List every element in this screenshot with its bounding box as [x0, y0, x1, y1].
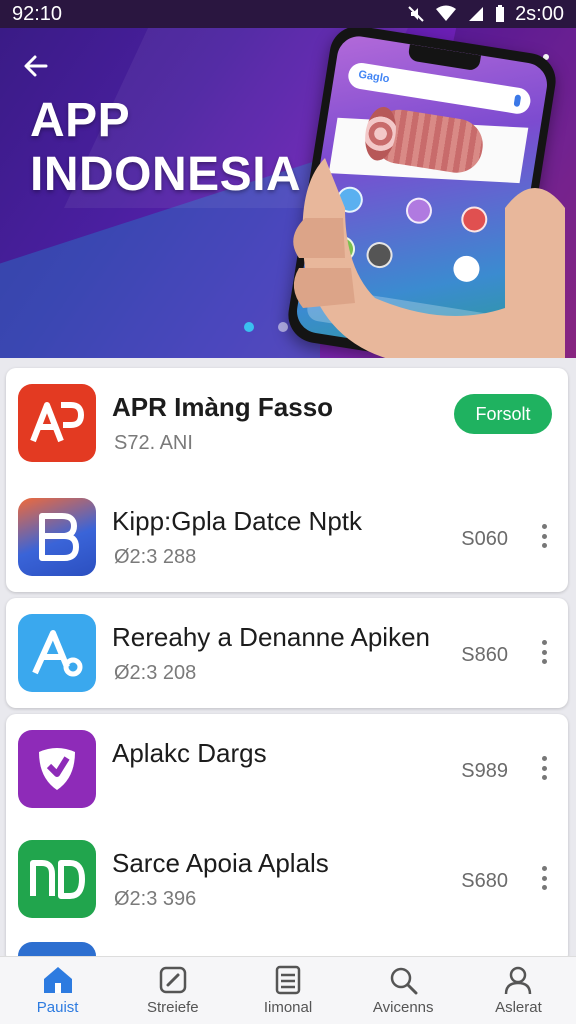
app-subtitle: Ø2:3 396 [114, 888, 197, 910]
hero-banner[interactable]: APP INDONESIA Gaglo [0, 28, 576, 358]
more-vertical-icon[interactable] [534, 750, 554, 786]
nav-label: Iimonal [263, 999, 313, 1016]
nav-item-edit[interactable]: Streiefe [115, 957, 230, 1024]
hero-title-line2: INDONESIA [30, 148, 302, 201]
nav-label: Avicenns [372, 999, 434, 1016]
a-letter-icon [32, 630, 83, 677]
app-card-group-1: APR Imàng Fasso S72. ANI Forsolt Kipp:Gp… [6, 368, 568, 592]
nd-letters-icon [30, 860, 85, 899]
shield-check-icon [39, 748, 75, 790]
home-icon [43, 967, 72, 993]
app-subtitle: Ø2:3 208 [114, 662, 197, 684]
bottom-navigation: Pauist Streiefe Iimonal Avicenns Aslerat [0, 956, 576, 1024]
arrow-left-icon [24, 55, 48, 77]
app-price: S989 [461, 760, 508, 782]
app-title: Rereahy a Denanne Apiken [112, 622, 431, 652]
app-title: Kipp:Gpla Datce Nptk [112, 506, 363, 536]
install-button[interactable]: Forsolt [454, 394, 552, 434]
featured-app-row[interactable]: APR Imàng Fasso S72. ANI Forsolt [6, 368, 568, 482]
hand-illustration [293, 158, 565, 358]
app-price: S860 [461, 644, 508, 666]
app-row[interactable]: Kipp:Gpla Datce Nptk Ø2:3 288 S060 [6, 482, 568, 592]
nav-label: Pauist [36, 999, 79, 1016]
nav-label: Aslerat [495, 999, 542, 1016]
app-row[interactable]: Sarce Apoia Aplals Ø2:3 396 S680 [6, 824, 568, 934]
app-card-group-3: Aplakc Dargs S989 Sarce Apoia Aplals Ø2:… [6, 714, 568, 964]
status-icons: 2s:00 [407, 3, 564, 26]
app-card-group-2: Rereahy a Denanne Apiken Ø2:3 208 S860 [6, 598, 568, 708]
app-subtitle: Ø2:3 288 [114, 546, 197, 568]
app-icon [18, 614, 96, 692]
edit-icon [159, 966, 187, 994]
nav-item-search[interactable]: Avicenns [346, 957, 461, 1024]
app-icon [18, 498, 96, 576]
app-icon [18, 840, 96, 918]
app-price: S060 [461, 528, 508, 550]
featured-app-title: APR Imàng Fasso [112, 392, 334, 422]
status-time: 92:10 [12, 2, 63, 25]
list-icon [275, 965, 301, 995]
user-icon [505, 966, 532, 995]
more-vertical-icon[interactable] [534, 860, 554, 896]
phone-notch [407, 44, 482, 72]
signal-icon [467, 5, 485, 23]
ap-logo-icon [30, 402, 85, 443]
app-row[interactable]: Aplakc Dargs S989 [6, 714, 568, 824]
app-icon [18, 730, 96, 808]
nav-item-home[interactable]: Pauist [0, 957, 115, 1024]
hero-title: APP INDONESIA [30, 94, 301, 202]
mic-icon [513, 94, 522, 108]
hero-title-line1: APP [30, 94, 131, 147]
back-button[interactable] [18, 48, 54, 84]
nav-label: Streiefe [146, 999, 199, 1016]
search-icon [390, 967, 418, 995]
nav-item-list[interactable]: Iimonal [230, 957, 345, 1024]
more-vertical-icon[interactable] [534, 518, 554, 554]
app-price: S680 [461, 870, 508, 892]
b-letter-icon [39, 513, 79, 561]
battery-icon [495, 5, 505, 23]
carousel-indicator[interactable] [244, 322, 288, 332]
phone-search-text: Gaglo [357, 68, 391, 86]
status-bar: 92:10 2s:00 [0, 0, 576, 28]
status-clock: 2s:00 [515, 2, 564, 25]
app-title: Aplakc Dargs [112, 738, 267, 768]
more-vertical-icon[interactable] [534, 634, 554, 670]
app-row[interactable]: Rereahy a Denanne Apiken Ø2:3 208 S860 [6, 598, 568, 708]
phone-search-bar: Gaglo [346, 61, 533, 116]
mute-icon [407, 5, 425, 23]
nav-item-profile[interactable]: Aslerat [461, 957, 576, 1024]
carousel-dot-active[interactable] [244, 322, 254, 332]
wifi-icon [435, 5, 457, 23]
app-icon-ap [18, 384, 96, 462]
app-list: APR Imàng Fasso S72. ANI Forsolt Kipp:Gp… [6, 368, 568, 970]
app-title: Sarce Apoia Aplals [112, 848, 329, 878]
carousel-dot[interactable] [278, 322, 288, 332]
featured-app-subtitle: S72. ANI [114, 432, 193, 454]
